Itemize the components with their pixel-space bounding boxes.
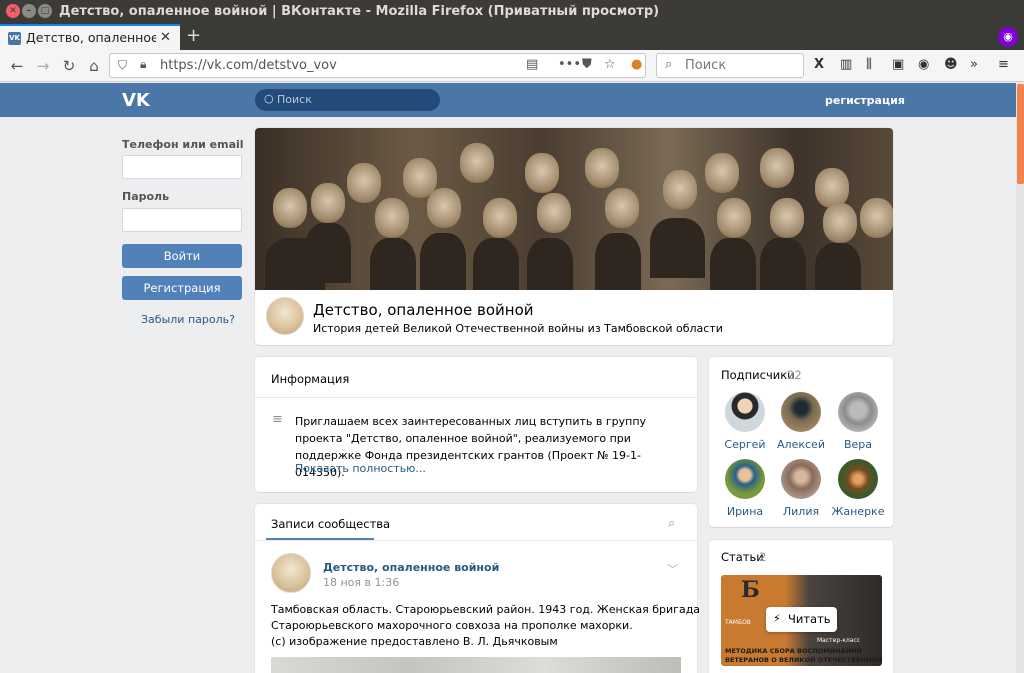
subscriber-avatar[interactable] (725, 459, 765, 499)
group-status: История детей Великой Отечественной войн… (313, 322, 723, 335)
article-thumb-badge: Мастер-класс (817, 637, 861, 644)
extension-x-icon[interactable]: X (814, 57, 824, 72)
subscriber-name[interactable]: Ирина (715, 505, 775, 518)
overflow-menu-icon[interactable]: » (970, 57, 978, 72)
password-input[interactable] (122, 208, 242, 232)
vk-logo[interactable]: VK (122, 90, 150, 111)
bookmark-star-icon[interactable]: ☆ (604, 57, 616, 72)
show-more-link[interactable]: Показать полностью... (295, 462, 426, 475)
forgot-password-link[interactable]: Забыли пароль? (141, 313, 235, 326)
vk-search-placeholder: Поиск (277, 93, 312, 106)
page-actions-icon[interactable]: ••• (558, 57, 581, 72)
subscriber-name[interactable]: Лилия (771, 505, 831, 518)
group-name: Детство, опаленное войной (313, 301, 534, 319)
scrollbar-thumb[interactable] (1017, 84, 1024, 184)
pocket-icon[interactable]: ⛊ (582, 57, 592, 72)
screenshot-icon[interactable]: ▣ (892, 57, 904, 72)
hamburger-menu-icon[interactable]: ≡ (998, 57, 1009, 72)
tab-label: Детство, опаленное во (26, 30, 156, 45)
browser-tab[interactable]: VK Детство, опаленное во ✕ (0, 24, 180, 50)
articles-heading[interactable]: Статьи (721, 550, 764, 564)
phone-email-input[interactable] (122, 155, 242, 179)
forward-icon[interactable]: → (32, 56, 54, 76)
subscriber-name[interactable]: Алексей (771, 438, 831, 451)
cookie-icon[interactable]: ● (631, 57, 642, 72)
url-text[interactable]: https://vk.com/detstvo_vov (160, 58, 337, 73)
subscriber-avatar[interactable] (781, 392, 821, 432)
new-tab-icon[interactable]: + (186, 24, 201, 48)
phone-label: Телефон или email (122, 138, 244, 151)
subscriber-avatar[interactable] (725, 392, 765, 432)
subscriber-name[interactable]: Жанерке (828, 505, 888, 518)
subscriber-avatar[interactable] (838, 459, 878, 499)
vk-search-input[interactable]: ○ Поиск (255, 89, 440, 111)
search-icon: ⌕ (665, 57, 673, 72)
divider (255, 397, 697, 398)
close-tab-icon[interactable]: ✕ (160, 30, 171, 45)
window-title: Детство, опаленное войной | ВКонтакте - … (59, 4, 660, 19)
account-icon[interactable]: ☻ (944, 57, 958, 72)
post-author-avatar[interactable] (271, 553, 311, 593)
lightning-icon: ⚡︎ (773, 612, 781, 625)
group-avatar[interactable] (266, 297, 304, 335)
description-icon: ≡ (272, 412, 283, 427)
info-heading: Информация (271, 372, 350, 386)
group-cover-photo (255, 128, 893, 290)
subscriber-name[interactable]: Сергей (715, 438, 775, 451)
article-thumb-city: ТАМБОВ (725, 619, 751, 626)
minimize-window-button[interactable]: – (22, 4, 36, 18)
search-icon: ○ (264, 92, 274, 105)
post-text-line2: Староюрьевского махорочного совхоза на п… (271, 619, 633, 632)
home-icon[interactable]: ⌂ (83, 56, 105, 76)
subscribers-count: 22 (787, 368, 802, 382)
register-link[interactable]: регистрация (825, 94, 905, 107)
subscribers-heading[interactable]: Подписчики (721, 368, 795, 382)
login-button[interactable]: Войти (122, 244, 242, 268)
post-author-link[interactable]: Детство, опаленное войной (323, 561, 499, 574)
subscriber-name[interactable]: Вера (828, 438, 888, 451)
lock-icon[interactable]: 🔒︎ (140, 57, 146, 72)
subscriber-avatar[interactable] (838, 392, 878, 432)
article-thumb-line2: ВЕТЕРАНОВ О ВЕЛИКОЙ ОТЕЧЕСТВЕННОЙ (725, 656, 882, 664)
browser-search-bar[interactable]: ⌕ Поиск (656, 53, 804, 78)
window-titlebar: ✕ – □ Детство, опаленное войной | ВКонта… (0, 0, 1024, 24)
search-placeholder: Поиск (685, 58, 727, 73)
chevron-down-icon[interactable]: ﹀ (667, 561, 678, 577)
post-date[interactable]: 18 ноя в 1:36 (323, 576, 399, 589)
maximize-window-button[interactable]: □ (38, 4, 52, 18)
password-label: Пароль (122, 190, 170, 203)
divider (255, 540, 697, 541)
post-photo[interactable] (271, 657, 681, 673)
close-window-button[interactable]: ✕ (6, 4, 20, 18)
read-button-label: Читать (788, 612, 831, 626)
subscriber-avatar[interactable] (781, 459, 821, 499)
register-button[interactable]: Регистрация (122, 276, 242, 300)
mask-icon[interactable]: ◉ (918, 57, 929, 72)
article-thumb-line1: МЕТОДИКА СБОРА ВОСПОМИНАНИЙ (725, 647, 862, 655)
sidebar-icon[interactable]: ▥ (840, 57, 852, 72)
reload-icon[interactable]: ↻ (58, 56, 80, 76)
library-icon[interactable]: ⫼ (866, 57, 872, 72)
tab-community-posts[interactable]: Записи сообщества (271, 517, 390, 531)
reader-view-icon[interactable]: ▤ (526, 57, 538, 72)
read-article-button[interactable]: ⚡︎ Читать (766, 607, 837, 632)
post-text-line1: Тамбовская область. Староюрьевский район… (271, 603, 701, 616)
vk-favicon-icon: VK (8, 32, 21, 45)
tracking-protection-icon[interactable]: ⛉ (118, 58, 127, 73)
article-logo: Б (741, 577, 760, 603)
post-text-line3: (с) изображение предоставлено В. Л. Дьяч… (271, 635, 558, 648)
search-icon[interactable]: ⌕ (668, 516, 675, 531)
back-icon[interactable]: ← (6, 56, 28, 76)
url-bar[interactable]: ⛉ 🔒︎ https://vk.com/detstvo_vov ▤ ••• ⛊ … (109, 53, 646, 78)
private-browsing-icon: ◉ (998, 27, 1018, 47)
articles-count: 2 (759, 550, 767, 564)
